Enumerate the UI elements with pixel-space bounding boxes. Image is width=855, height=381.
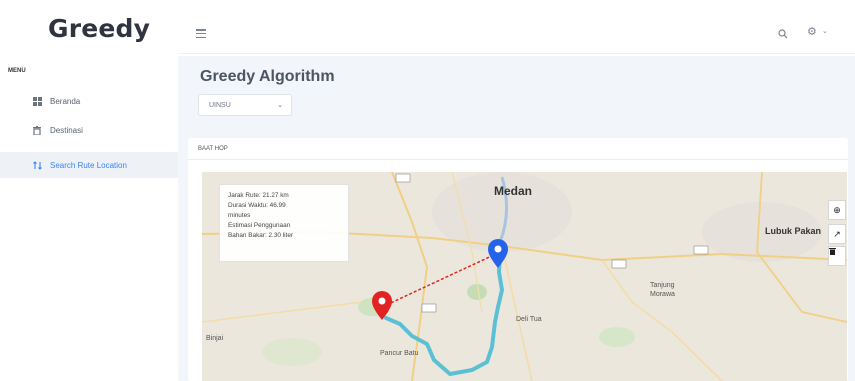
locate-icon[interactable]: ⊕ (828, 200, 846, 220)
sidebar-item-search-rute[interactable]: Search Rute Location (0, 152, 178, 178)
map-label-medan: Medan (494, 184, 533, 198)
route-info-popup: Jarak Rute: 21.27 km Durasi Waktu: 46.99… (219, 184, 349, 262)
location-select[interactable]: UINSU ⌄ (198, 94, 292, 116)
menu-heading: MENU (8, 68, 26, 74)
info-line-distance: Jarak Rute: 21.27 km (228, 192, 289, 199)
grid-icon (32, 96, 42, 106)
search-icon[interactable] (778, 26, 792, 40)
info-line-fuel-value: Bahan Bakar: 2.30 liter (228, 232, 294, 239)
select-value: UINSU (209, 101, 231, 109)
chevron-down-icon[interactable]: ⌄ (822, 27, 828, 35)
settings-icon[interactable]: ⚙ (807, 25, 817, 38)
menu-icon[interactable] (196, 29, 206, 38)
map-label-deli-tua: Deli Tua (516, 316, 542, 323)
sidebar-item-label: Beranda (50, 96, 81, 106)
map-card: BAAT HOP Jarak Rute: 21.27 km Durasi Wak… (188, 138, 848, 381)
map-label-pancur-batu: Pancur Batu (380, 350, 419, 357)
main-content: Greedy Algorithm UINSU ⌄ BAAT HOP Jarak … (178, 56, 855, 381)
map-label-lubuk-pakam: Lubuk Pakan (765, 226, 822, 236)
sidebar-item-destinasi[interactable]: Destinasi (0, 117, 178, 143)
page-title: Greedy Algorithm (200, 68, 335, 85)
route-icon (32, 160, 42, 170)
bin-icon (32, 125, 42, 135)
route-map[interactable]: Jarak Rute: 21.27 km Durasi Waktu: 46.99… (202, 172, 847, 381)
app-logo[interactable]: Greedy (48, 14, 150, 43)
trash-icon[interactable] (828, 246, 846, 266)
draw-line-icon[interactable]: ↗ (828, 224, 846, 244)
card-header: BAAT HOP (188, 138, 848, 160)
sidebar-item-label: Destinasi (50, 125, 83, 135)
map-label-morawa: Morawa (650, 291, 675, 298)
top-bar: ⚙ ⌄ (178, 14, 855, 54)
info-line-fuel-label: Estimasi Penggunaan (228, 222, 291, 229)
sidebar: Greedy MENU Beranda Destinasi Search Rut… (0, 0, 178, 381)
sidebar-item-label: Search Rute Location (50, 160, 127, 170)
sidebar-item-beranda[interactable]: Beranda (0, 88, 178, 114)
map-label-tanjung: Tanjung (650, 282, 675, 289)
map-label-binjai: Binjai (206, 335, 224, 342)
info-line-duration-unit: minutes (228, 212, 251, 219)
info-line-duration: Durasi Waktu: 46.99 (228, 202, 286, 209)
chevron-down-icon: ⌄ (277, 102, 283, 109)
